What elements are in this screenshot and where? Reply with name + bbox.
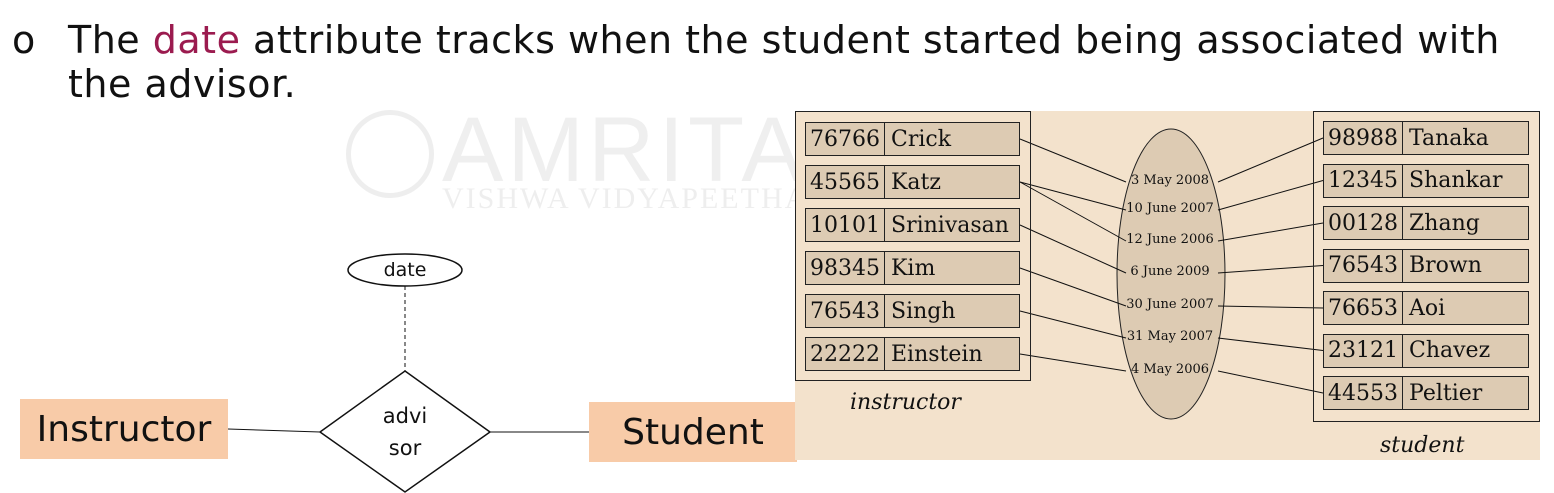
- instructor-row: 22222 Einstein: [805, 337, 1020, 371]
- instructor-row: 45565 Katz: [805, 165, 1020, 199]
- student-caption: student: [1380, 433, 1465, 458]
- date-label: 30 June 2007: [1126, 297, 1214, 312]
- date-label: 4 May 2006: [1130, 362, 1210, 377]
- student-name: Zhang: [1409, 210, 1480, 236]
- student-row: 98988 Tanaka: [1323, 121, 1529, 155]
- student-id: 76543: [1324, 249, 1403, 282]
- student-name: Brown: [1409, 253, 1482, 278]
- date-label: 12 June 2006: [1126, 232, 1214, 247]
- date-label: 6 June 2009: [1130, 264, 1210, 279]
- student-name: Shankar: [1409, 168, 1503, 193]
- instructor-date-link: [1019, 310, 1127, 339]
- instructor-name: Singh: [891, 298, 956, 324]
- instructor-id: 45565: [806, 166, 885, 198]
- instructor-name: Srinivasan: [891, 212, 1009, 238]
- instructor-row: 76543 Singh: [805, 294, 1020, 328]
- instructor-id: 22222: [806, 338, 885, 370]
- date-label: 3 May 2008: [1130, 173, 1210, 188]
- date-student-link: [1217, 370, 1324, 394]
- instructor-date-link: [1019, 267, 1127, 307]
- student-id: 76653: [1324, 292, 1403, 324]
- date-student-link: [1217, 305, 1324, 309]
- date-student-link: [1217, 137, 1324, 183]
- instructor-id: 98345: [806, 252, 885, 284]
- student-name: Peltier: [1409, 380, 1483, 406]
- date-student-link: [1217, 180, 1324, 211]
- student-name: Tanaka: [1409, 125, 1489, 151]
- date-student-link: [1217, 222, 1324, 242]
- instructor-row: 10101 Srinivasan: [805, 208, 1020, 242]
- instructor-row: 76766 Crick: [805, 122, 1020, 156]
- student-row: 00128 Zhang: [1323, 206, 1529, 240]
- instructor-id: 76543: [806, 295, 885, 327]
- instructor-date-link: [1019, 353, 1127, 372]
- instructor-name: Einstein: [891, 341, 983, 367]
- date-label: 31 May 2007: [1126, 329, 1214, 344]
- student-row: 76543 Brown: [1323, 248, 1529, 283]
- instructor-id: 10101: [806, 209, 885, 241]
- instructor-name: Katz: [891, 169, 941, 195]
- student-row: 23121 Chavez: [1323, 333, 1529, 368]
- student-name: Chavez: [1409, 338, 1491, 363]
- student-id: 12345: [1324, 164, 1403, 197]
- instructor-id: 76766: [806, 123, 885, 155]
- instructor-date-link: [1019, 138, 1127, 183]
- date-label: 10 June 2007: [1126, 201, 1214, 216]
- instructor-row: 98345 Kim: [805, 251, 1020, 285]
- student-id: 44553: [1324, 377, 1403, 409]
- instructor-name: Kim: [891, 255, 936, 281]
- student-row: 44553 Peltier: [1323, 376, 1529, 410]
- student-row: 76653 Aoi: [1323, 291, 1529, 325]
- date-student-link: [1217, 265, 1324, 274]
- student-name: Aoi: [1409, 295, 1446, 321]
- student-id: 00128: [1324, 207, 1403, 239]
- date-student-link: [1217, 337, 1324, 351]
- student-row: 12345 Shankar: [1323, 163, 1529, 198]
- student-id: 98988: [1324, 122, 1403, 154]
- instructor-date-link: [1019, 181, 1127, 211]
- instructor-name: Crick: [891, 126, 952, 152]
- instructor-caption: instructor: [850, 390, 961, 415]
- student-id: 23121: [1324, 334, 1403, 367]
